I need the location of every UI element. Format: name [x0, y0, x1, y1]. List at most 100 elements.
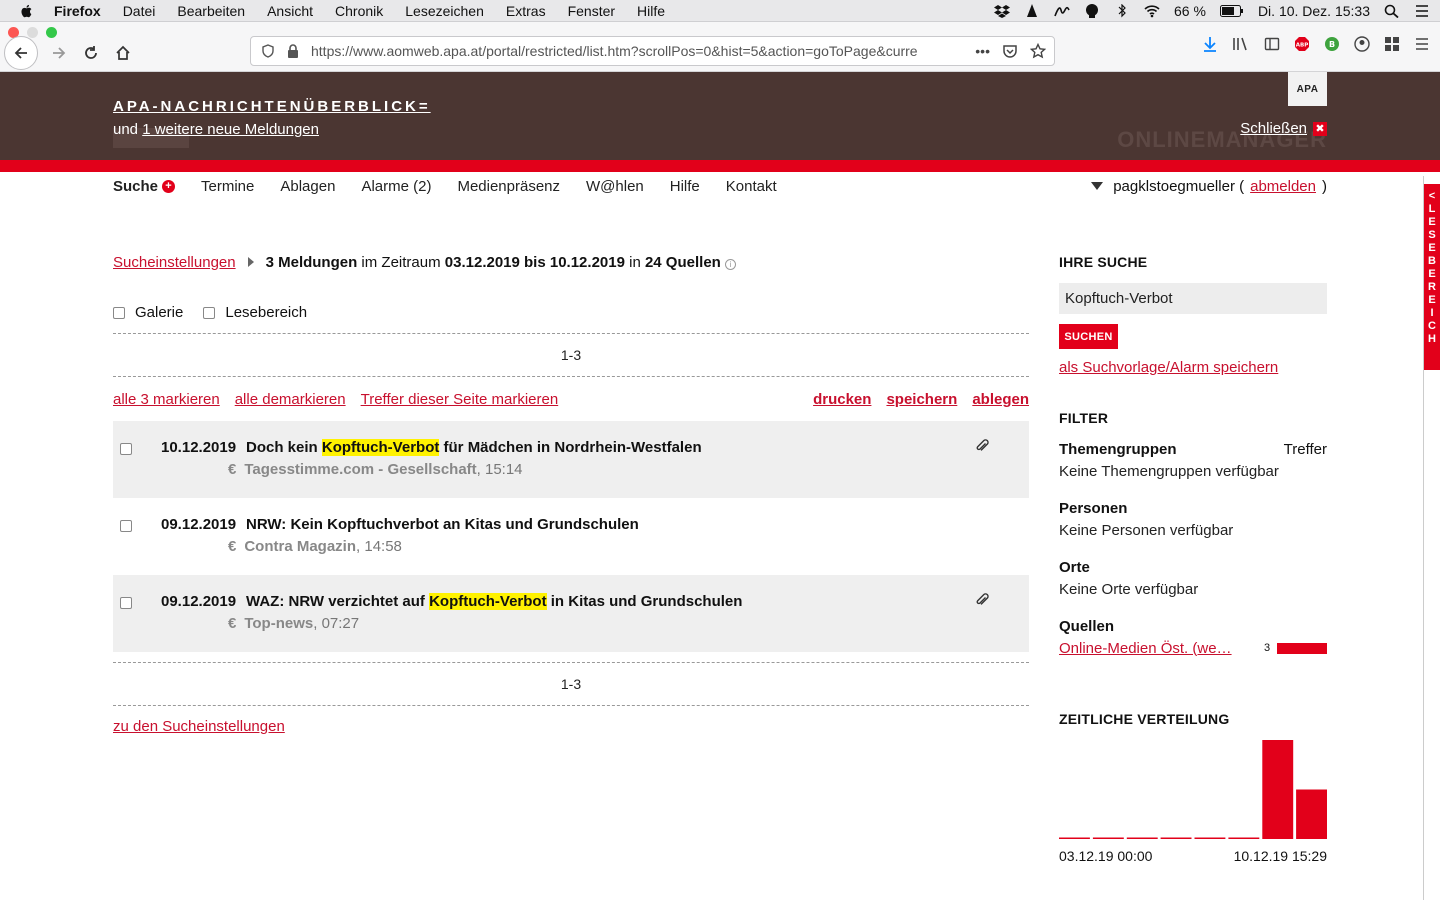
chart-bar-3[interactable]	[1126, 837, 1158, 840]
paperclip-icon[interactable]	[975, 593, 989, 607]
nav-item-suche[interactable]: Suche +	[113, 178, 176, 195]
url-text[interactable]: https://www.aomweb.apa.at/portal/restric…	[311, 43, 941, 59]
mark-page-link[interactable]: Treffer dieser Seite markieren	[361, 391, 559, 408]
unmark-all-link[interactable]: alle demarkieren	[235, 391, 346, 408]
notification-center-icon[interactable]	[1414, 4, 1430, 18]
list-item[interactable]: 09.12.2019 WAZ: NRW verzichtet auf Kopft…	[113, 575, 1029, 652]
chart-bar-2[interactable]	[1092, 837, 1124, 840]
reload-button[interactable]	[80, 42, 102, 64]
lesebereich-option[interactable]: Lesebereich	[203, 304, 307, 321]
menubar-clock[interactable]: Di. 10. Dez. 15:33	[1258, 3, 1370, 19]
nav-item-termine[interactable]: Termine	[201, 178, 254, 195]
quellen-item-link[interactable]: Online-Medien Öst. (we…	[1059, 640, 1259, 657]
quellen-heading: Quellen	[1059, 617, 1115, 635]
save-link[interactable]: speichern	[886, 391, 957, 408]
account-icon[interactable]	[1354, 36, 1370, 52]
menu-chronik[interactable]: Chronik	[335, 3, 383, 19]
file-link[interactable]: ablegen	[972, 391, 1029, 408]
caret-down-icon[interactable]	[1091, 182, 1104, 190]
home-button[interactable]	[112, 42, 134, 64]
adblock-icon[interactable]: ABP	[1294, 36, 1310, 52]
print-link[interactable]: drucken	[813, 391, 871, 408]
spotlight-search-icon[interactable]	[1384, 4, 1400, 18]
home-icon	[116, 45, 130, 60]
galerie-checkbox[interactable]	[113, 306, 125, 319]
shield-icon[interactable]	[261, 44, 275, 58]
bluetooth-icon[interactable]	[1114, 3, 1130, 18]
hit-title[interactable]: NRW: Kein Kopftuchverbot an Kitas und Gr…	[246, 516, 639, 533]
menu-extras[interactable]: Extras	[506, 3, 546, 19]
wifi-icon[interactable]	[1144, 4, 1160, 18]
menu-app[interactable]: Firefox	[54, 3, 101, 19]
menu-fenster[interactable]: Fenster	[568, 3, 615, 19]
chart-bar-5[interactable]	[1194, 837, 1226, 840]
info-icon[interactable]: i	[724, 258, 736, 270]
nav-item-ablagen[interactable]: Ablagen	[280, 178, 335, 195]
extensions-icon[interactable]	[1384, 36, 1400, 52]
list-item[interactable]: 10.12.2019 Doch kein Kopftuch-Verbot für…	[113, 421, 1029, 498]
galerie-option[interactable]: Galerie	[113, 304, 183, 321]
nav-item-wahlen[interactable]: W@hlen	[586, 178, 644, 195]
search-input[interactable]: Kopftuch-Verbot	[1059, 283, 1327, 314]
back-to-settings-link[interactable]: zu den Sucheinstellungen	[113, 718, 285, 735]
pager-top[interactable]: 1-3	[113, 334, 1029, 376]
close-link[interactable]: Schließen	[1240, 120, 1307, 137]
extension-b-plus-icon[interactable]: B	[1324, 36, 1340, 52]
hit-title[interactable]: Doch kein Kopftuch-Verbot für Mädchen in…	[246, 439, 702, 456]
hit-title[interactable]: WAZ: NRW verzichtet auf Kopftuch-Verbot …	[246, 593, 742, 610]
url-bar[interactable]: https://www.aomweb.apa.at/portal/restric…	[250, 36, 1055, 66]
news-overview-link[interactable]: APA-NACHRICHTENÜBERBLICK=	[113, 98, 431, 115]
search-button[interactable]: SUCHEN	[1059, 324, 1118, 349]
close-icon[interactable]: ✖	[1313, 121, 1327, 136]
hit-checkbox[interactable]	[120, 443, 132, 455]
logout-link[interactable]: abmelden	[1250, 178, 1316, 195]
filter-orte: Orte Keine Orte verfügbar	[1059, 556, 1327, 600]
lesebereich-tab[interactable]: < LESEBEREICH	[1424, 184, 1440, 370]
mark-all-link[interactable]: alle 3 markieren	[113, 391, 220, 408]
new-items-link[interactable]: 1 weitere neue Meldungen	[142, 121, 319, 138]
apple-icon[interactable]	[20, 4, 34, 18]
paid-content-icon: €	[228, 461, 237, 478]
chart-bar-1[interactable]	[1059, 837, 1090, 840]
chart-bar-6[interactable]	[1228, 837, 1260, 840]
search-settings-link[interactable]: Sucheinstellungen	[113, 254, 236, 271]
nav-item-hilfe[interactable]: Hilfe	[670, 178, 700, 195]
result-summary: 3 Meldungen im Zeitraum 03.12.2019 bis 1…	[266, 254, 736, 271]
pocket-icon[interactable]	[1002, 43, 1018, 59]
nav-item-kontakt[interactable]: Kontakt	[726, 178, 777, 195]
download-icon[interactable]	[1202, 36, 1218, 52]
bookmark-star-icon[interactable]	[1030, 43, 1046, 59]
library-icon[interactable]	[1232, 36, 1250, 52]
chart-bar-7[interactable]	[1262, 740, 1294, 839]
signature-icon[interactable]	[1054, 4, 1070, 18]
chart-bar-4[interactable]	[1160, 837, 1192, 840]
chart-bar-8[interactable]	[1296, 789, 1327, 840]
menu-lesezeichen[interactable]: Lesezeichen	[405, 3, 484, 19]
back-button[interactable]	[4, 36, 38, 70]
paperclip-icon[interactable]	[975, 439, 989, 453]
nav-item-alarme[interactable]: Alarme (2)	[361, 178, 431, 195]
menu-ansicht[interactable]: Ansicht	[267, 3, 313, 19]
cone-icon[interactable]	[1024, 3, 1040, 18]
menu-datei[interactable]: Datei	[123, 3, 156, 19]
page-actions-button[interactable]: •••	[975, 43, 990, 59]
cloud-icon[interactable]	[1084, 3, 1100, 18]
pager-bottom[interactable]: 1-3	[113, 663, 1029, 705]
dropbox-icon[interactable]	[994, 4, 1011, 18]
lock-icon[interactable]	[287, 44, 299, 58]
hit-checkbox[interactable]	[120, 597, 132, 609]
hamburger-menu-icon[interactable]	[1414, 36, 1430, 52]
lesebereich-checkbox[interactable]	[203, 306, 216, 319]
plus-icon[interactable]: +	[162, 179, 176, 193]
personen-heading: Personen	[1059, 499, 1128, 517]
hit-checkbox[interactable]	[120, 520, 132, 532]
menu-bearbeiten[interactable]: Bearbeiten	[177, 3, 245, 19]
menu-hilfe[interactable]: Hilfe	[637, 3, 665, 19]
sidebar-icon[interactable]	[1264, 36, 1280, 52]
forward-button[interactable]	[48, 42, 70, 64]
divider	[113, 705, 1029, 706]
nav-item-medienpraesenz[interactable]: Medienpräsenz	[457, 178, 560, 195]
save-search-alarm-link[interactable]: als Suchvorlage/Alarm speichern	[1059, 359, 1278, 376]
battery-icon[interactable]	[1219, 4, 1244, 17]
list-item[interactable]: 09.12.2019 NRW: Kein Kopftuchverbot an K…	[113, 498, 1029, 575]
